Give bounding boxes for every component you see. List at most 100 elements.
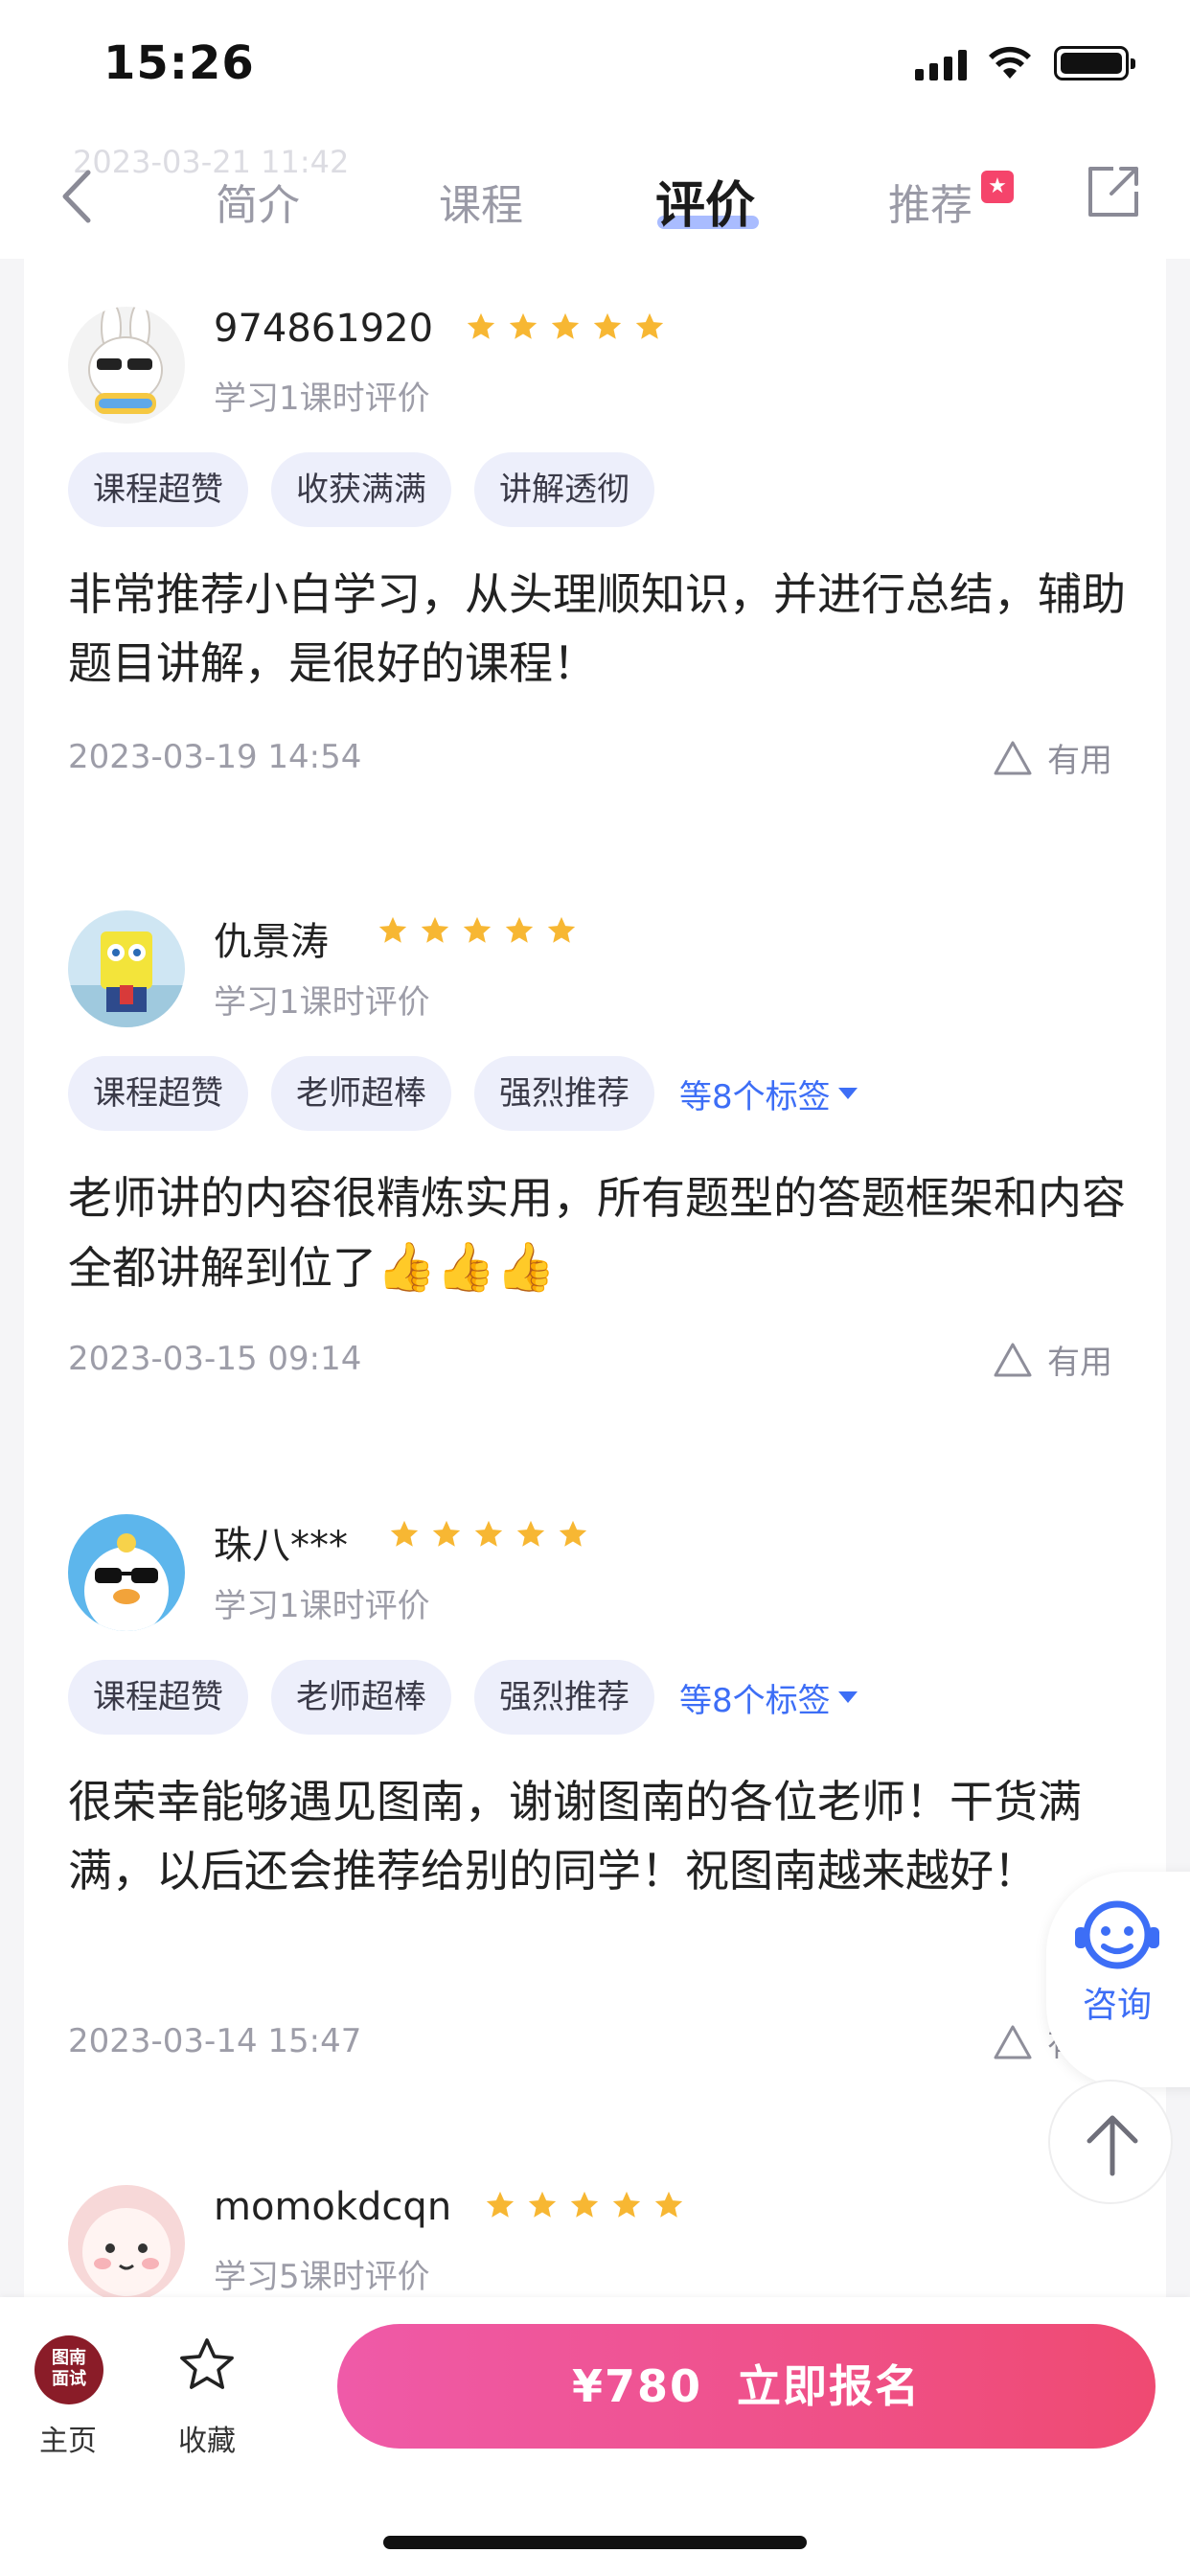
useful-label: 有用 (1047, 1344, 1112, 1382)
reviewer-name: 珠八*** (214, 1524, 348, 1568)
review-meta: 学习1课时评价 (214, 380, 430, 418)
rating-stars (388, 1518, 589, 1551)
review-tag: 老师超棒 (271, 1056, 451, 1131)
review-tag: 课程超赞 (68, 1056, 248, 1131)
review-tag: 强烈推荐 (474, 1660, 654, 1735)
triangle-icon (994, 1343, 1032, 1376)
star-icon (474, 1520, 503, 1547)
tab-intro[interactable]: 简介 (216, 171, 300, 232)
review-tag: 强烈推荐 (474, 1056, 654, 1131)
star-icon (509, 312, 538, 339)
rating-stars (377, 914, 578, 947)
consult-button[interactable]: 咨询 (1046, 1872, 1190, 2087)
tab-recommend[interactable]: 推荐 (888, 171, 973, 232)
review-list: 974861920 学习1课时评价 课程超赞 收获满满 讲解透彻 非常推荐小白学… (24, 259, 1166, 2297)
bottom-action-bar: 图南 面试 主页 收藏 ¥780 立即报名 (0, 2297, 1190, 2576)
star-icon (654, 2191, 683, 2218)
review-meta: 学习1课时评价 (214, 1587, 430, 1625)
review-meta: 学习1课时评价 (214, 983, 430, 1022)
avatar (68, 307, 185, 424)
star-icon (432, 1520, 461, 1547)
tab-reviews[interactable]: 评价 (655, 165, 755, 237)
back-to-top-button[interactable] (1048, 2080, 1173, 2204)
favorite-label[interactable]: 收藏 (178, 2417, 236, 2459)
more-tags-link[interactable]: 等8个标签 (679, 1674, 858, 1721)
star-icon (547, 916, 576, 943)
star-icon (486, 2191, 515, 2218)
review-tags: 课程超赞 老师超棒 强烈推荐 等8个标签 (68, 1660, 858, 1735)
caret-down-icon (837, 1088, 858, 1099)
avatar (68, 1514, 185, 1631)
review-date: 2023-03-14 15:47 (68, 2022, 362, 2060)
arrow-up-icon (1087, 2115, 1138, 2176)
review-text: 老师讲的内容很精炼实用，所有题型的答题框架和内容全都讲解到位了👍👍👍 (68, 1163, 1132, 1302)
star-icon (390, 1520, 419, 1547)
rating-stars (484, 2189, 685, 2221)
review-tag: 收获满满 (271, 452, 451, 527)
review-meta: 学习5课时评价 (214, 2258, 430, 2296)
star-icon (551, 312, 580, 339)
star-icon (528, 2191, 557, 2218)
status-bar: 15:26 (0, 0, 1190, 144)
home-logo-text: 图南 面试 (52, 2348, 86, 2389)
consult-label: 咨询 (1082, 1986, 1152, 2025)
tab-course[interactable]: 课程 (439, 171, 523, 232)
more-tags-label: 等8个标签 (679, 1681, 831, 1720)
review-text: 很荣幸能够遇见图南，谢谢图南的各位老师！干货满满，以后还会推荐给别的同学！祝图南… (68, 1776, 1082, 1897)
star-icon (378, 916, 407, 943)
battery-icon (1054, 46, 1135, 80)
star-icon (635, 312, 664, 339)
status-time: 15:26 (103, 36, 255, 90)
star-icon (463, 916, 492, 943)
faded-review-date: 2023-03-21 11:42 (73, 144, 350, 180)
triangle-icon (994, 741, 1032, 774)
review-item: 仇景涛 学习1课时评价 课程超赞 老师超棒 强烈推荐 等8个标签 老师讲的内容很… (24, 910, 1166, 1505)
review-item: momokdcqn 学习5课时评价 (24, 2185, 1166, 2297)
review-date: 2023-03-19 14:54 (68, 738, 362, 776)
useful-label: 有用 (1047, 742, 1112, 780)
useful-button[interactable]: 有用 (992, 1336, 1112, 1383)
star-icon (467, 312, 495, 339)
review-tags: 课程超赞 收获满满 讲解透彻 (68, 452, 654, 527)
wifi-icon (989, 46, 1031, 79)
back-arrow-icon[interactable] (50, 163, 107, 230)
review-text: 非常推荐小白学习，从头理顺知识，并进行总结，辅助题目讲解，是很好的课程！ (68, 568, 1126, 689)
review-item: 974861920 学习1课时评价 课程超赞 收获满满 讲解透彻 非常推荐小白学… (24, 307, 1166, 901)
review-tags: 课程超赞 老师超棒 强烈推荐 等8个标签 (68, 1056, 858, 1131)
rating-stars (465, 310, 666, 343)
star-outline-icon[interactable] (175, 2334, 239, 2397)
useful-button[interactable]: 有用 (992, 734, 1112, 781)
review-tag: 讲解透彻 (474, 452, 654, 527)
review-date: 2023-03-15 09:14 (68, 1340, 362, 1378)
enroll-button[interactable]: ¥780 立即报名 (337, 2324, 1156, 2449)
star-icon (612, 2191, 641, 2218)
star-icon (505, 916, 534, 943)
more-tags-link[interactable]: 等8个标签 (679, 1070, 858, 1117)
home-indicator (383, 2536, 807, 2549)
cellular-signal-icon (915, 50, 967, 80)
more-tags-label: 等8个标签 (679, 1077, 831, 1116)
avatar (68, 2185, 185, 2297)
star-icon (570, 2191, 599, 2218)
review-text-body: 老师讲的内容很精炼实用，所有题型的答题框架和内容全都讲解到位了 (68, 1172, 1126, 1294)
triangle-icon (994, 2025, 1032, 2058)
tab-header: 2023-03-21 11:42 简介 课程 评价 推荐 ★ (0, 134, 1190, 259)
recommend-badge-icon: ★ (981, 171, 1014, 203)
customer-service-icon (1075, 1900, 1159, 1969)
review-tag: 课程超赞 (68, 1660, 248, 1735)
thumbs-up-emoji: 👍👍👍 (377, 1239, 556, 1295)
home-logo-icon[interactable]: 图南 面试 (34, 2335, 103, 2404)
home-label[interactable]: 主页 (39, 2417, 97, 2459)
star-icon (559, 1520, 587, 1547)
reviewer-name: 974861920 (214, 307, 434, 351)
star-icon (593, 312, 622, 339)
star-icon (421, 916, 449, 943)
review-tag: 老师超棒 (271, 1660, 451, 1735)
caret-down-icon (837, 1691, 858, 1703)
reviewer-name: momokdcqn (214, 2185, 452, 2229)
reviewer-name: 仇景涛 (214, 920, 329, 964)
review-tag: 课程超赞 (68, 452, 248, 527)
avatar (68, 910, 185, 1027)
review-item: 珠八*** 学习1课时评价 课程超赞 老师超棒 强烈推荐 等8个标签 很荣幸能够… (24, 1514, 1166, 2108)
share-icon[interactable] (1085, 163, 1142, 220)
